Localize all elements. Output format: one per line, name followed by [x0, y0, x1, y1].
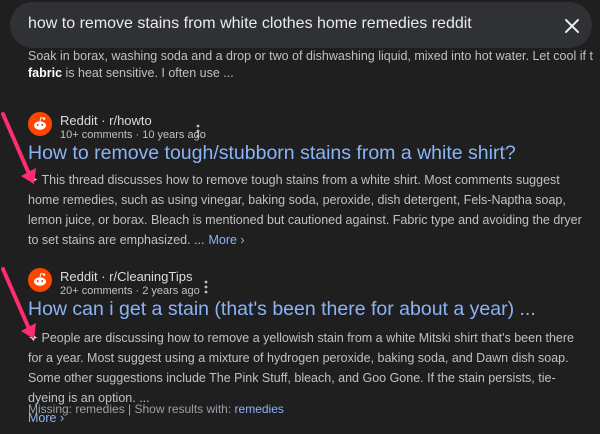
close-icon[interactable]	[563, 17, 581, 35]
snippet-text: This thread discusses how to remove toug…	[28, 173, 582, 247]
result-meta: 10+ comments · 10 years ago	[60, 129, 206, 141]
result-snippet: ✦ This thread discusses how to remove tou…	[28, 170, 583, 250]
more-link[interactable]: More ›	[208, 233, 244, 247]
sparkle-icon: ✦	[28, 173, 39, 187]
site-name: Reddit · r/CleaningTips	[60, 269, 193, 284]
result-title-link[interactable]: How to remove tough/stubborn stains from…	[28, 142, 516, 165]
more-options-icon[interactable]	[201, 280, 211, 294]
result-meta: 20+ comments · 2 years ago	[60, 285, 200, 297]
sparkle-icon: ✦	[28, 331, 39, 345]
search-bar[interactable]: how to remove stains from white clothes …	[10, 2, 592, 48]
snippet-line: Soak in borax, washing soda and a drop o…	[28, 50, 593, 63]
more-options-icon[interactable]	[193, 124, 203, 138]
site-name: Reddit · r/howto	[60, 113, 152, 128]
missing-terms: Missing: remedies | Show results with: r…	[28, 402, 284, 416]
snippet-text: People are discussing how to remove a ye…	[28, 331, 574, 405]
result-title-link[interactable]: How can i get a stain (that's been there…	[28, 298, 536, 321]
snippet-line: fabric is heat sensitive. I often use ..…	[28, 63, 593, 83]
snippet-text: is heat sensitive. I often use ...	[62, 66, 234, 80]
previous-result-snippet: Soak in borax, washing soda and a drop o…	[28, 50, 593, 83]
reddit-logo-icon	[28, 268, 52, 292]
show-results-with-link[interactable]: remedies	[235, 402, 284, 416]
missing-terms-text: Missing: remedies | Show results with:	[28, 402, 235, 416]
snippet-bold-term: fabric	[28, 66, 63, 80]
search-input[interactable]: how to remove stains from white clothes …	[28, 15, 472, 33]
reddit-logo-icon	[28, 112, 52, 136]
